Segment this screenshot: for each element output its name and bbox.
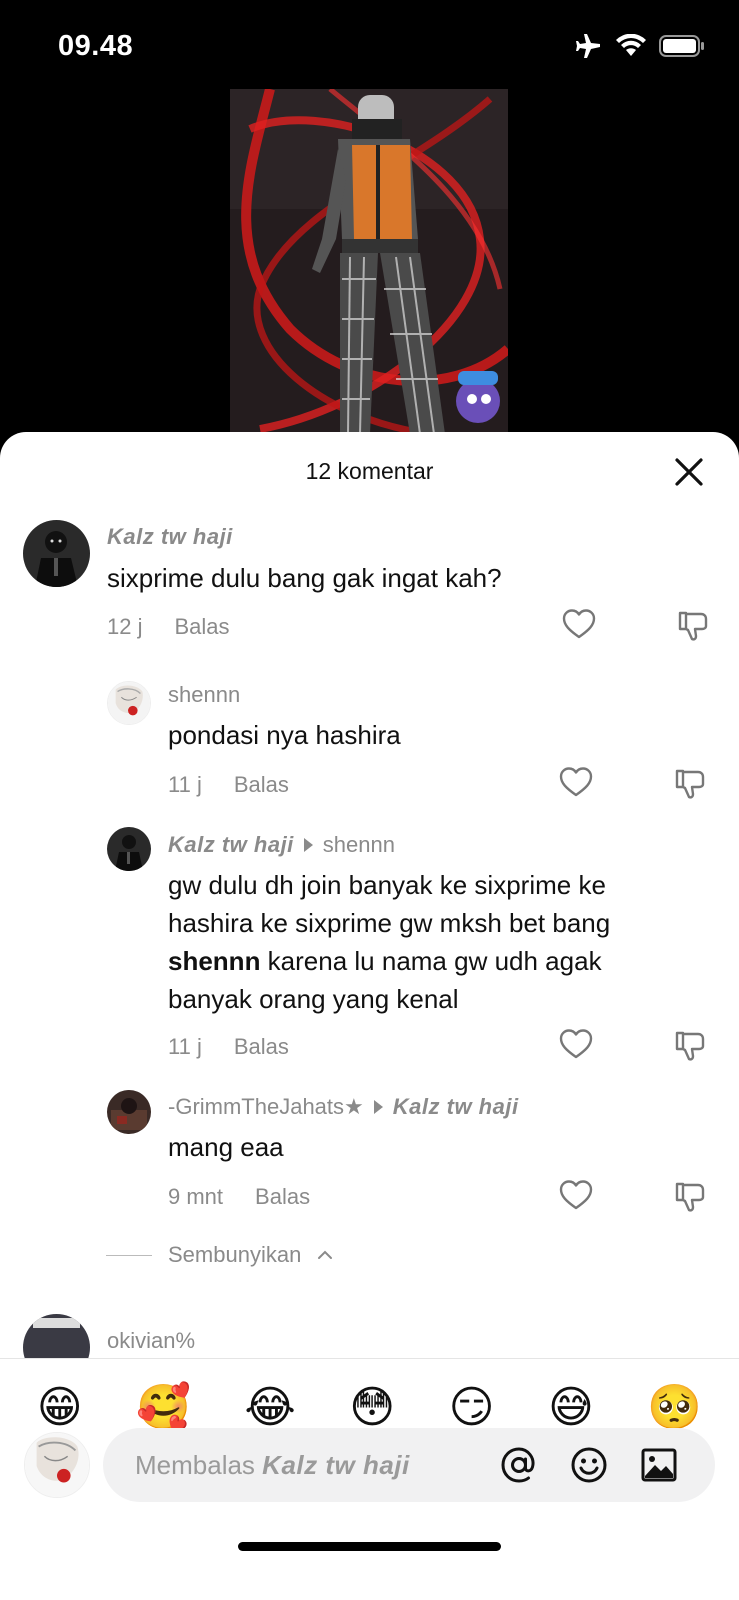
airplane-icon — [573, 32, 603, 60]
comments-sheet: 12 komentar Kalz tw haji sixprime dulu b… — [0, 432, 739, 1600]
comment-meta: 12 j Balas — [107, 614, 230, 640]
hide-replies-button[interactable]: Sembunyikan — [106, 1242, 333, 1268]
comment-time: 11 j — [168, 772, 202, 797]
status-icons — [573, 32, 705, 60]
comment-text: sixprime dulu bang gak ingat kah? — [107, 563, 502, 593]
comment-username[interactable]: okivian% — [107, 1328, 195, 1354]
reply-to-username[interactable]: Kalz tw haji — [393, 1094, 519, 1120]
comment-username[interactable]: Kalz tw haji shennn — [168, 832, 395, 858]
my-avatar[interactable] — [24, 1432, 90, 1498]
heart-icon[interactable] — [558, 764, 594, 800]
comment-username[interactable]: shennn — [168, 682, 240, 708]
reply-input[interactable]: Membalas Kalz tw haji — [103, 1428, 715, 1502]
reply-arrow-icon — [303, 838, 313, 852]
dislike-icon[interactable] — [672, 1179, 708, 1215]
reply-placeholder: Membalas Kalz tw haji — [135, 1449, 410, 1480]
comment-time: 12 j — [107, 614, 143, 639]
avatar[interactable] — [23, 1314, 90, 1358]
avatar[interactable] — [23, 520, 90, 587]
comment-username[interactable]: -GrimmTheJahats★ Kalz tw haji — [168, 1094, 519, 1120]
comments-list[interactable]: Kalz tw haji sixprime dulu bang gak inga… — [0, 432, 739, 1358]
video-thumbnail[interactable] — [230, 89, 508, 434]
reply-to-username[interactable]: shennn — [323, 832, 395, 858]
emoji-icon[interactable] — [569, 1445, 609, 1485]
reply-button[interactable]: Balas — [174, 614, 229, 640]
status-time: 09.48 — [58, 30, 134, 62]
image-icon[interactable] — [639, 1445, 679, 1485]
comment-meta: 11 j Balas — [168, 1034, 289, 1060]
dislike-icon[interactable] — [675, 608, 711, 644]
comment-username[interactable]: Kalz tw haji — [107, 524, 233, 550]
divider-line — [106, 1254, 152, 1256]
avatar[interactable] — [107, 827, 151, 871]
comment-text: pondasi nya hashira — [168, 720, 401, 750]
dislike-icon[interactable] — [672, 766, 708, 802]
comment-text: gw dulu dh join banyak ke sixprime ke ha… — [168, 870, 611, 1014]
dislike-icon[interactable] — [672, 1028, 708, 1064]
comment-item: okivian% — [0, 1312, 739, 1358]
battery-icon — [659, 34, 705, 58]
heart-icon[interactable] — [558, 1026, 594, 1062]
avatar[interactable] — [107, 1090, 151, 1134]
heart-icon[interactable] — [561, 606, 597, 642]
emoji-button[interactable]: 😁 — [37, 1378, 83, 1438]
status-bar: 09.48 — [0, 0, 739, 90]
avatar[interactable] — [107, 681, 151, 725]
comment-meta: 11 j Balas — [168, 772, 289, 798]
wifi-icon — [615, 34, 647, 58]
mention-icon[interactable] — [499, 1445, 539, 1485]
heart-icon[interactable] — [558, 1177, 594, 1213]
divider — [0, 1358, 739, 1359]
reply-button[interactable]: Balas — [234, 1034, 289, 1060]
reply-button[interactable]: Balas — [255, 1184, 310, 1210]
comment-time: 9 mnt — [168, 1184, 224, 1209]
chevron-up-icon — [318, 1250, 333, 1259]
home-indicator[interactable] — [238, 1542, 501, 1551]
reply-button[interactable]: Balas — [234, 772, 289, 798]
comment-text: mang eaa — [168, 1132, 284, 1162]
reply-arrow-icon — [373, 1100, 383, 1114]
comment-meta: 9 mnt Balas — [168, 1184, 310, 1210]
comment-time: 11 j — [168, 1034, 202, 1059]
mention-link[interactable]: shennn — [168, 946, 260, 976]
